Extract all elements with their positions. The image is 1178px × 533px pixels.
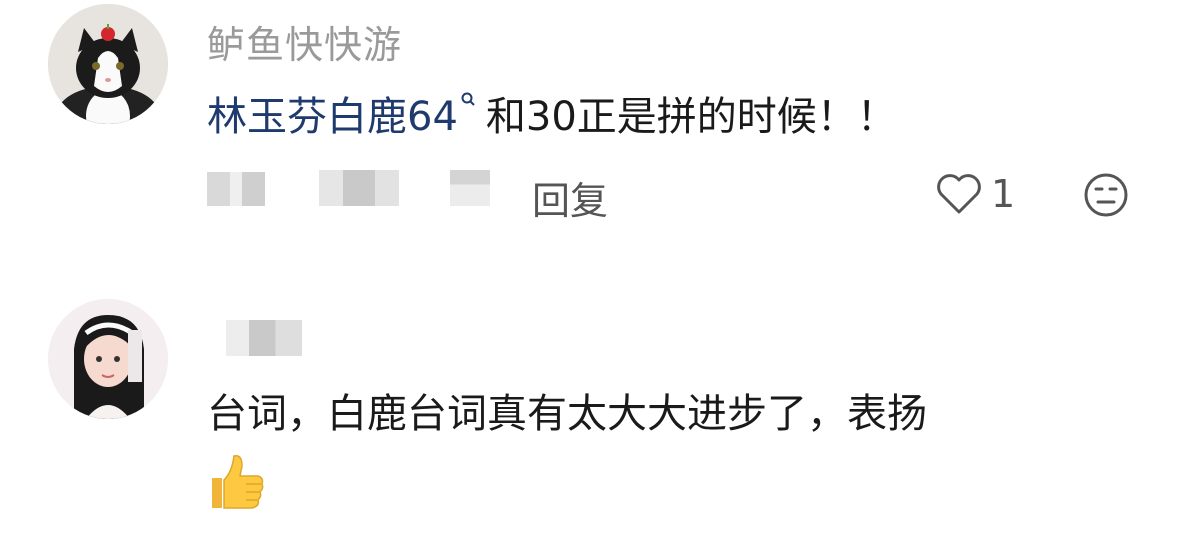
like-count: 1	[991, 172, 1016, 216]
avatar[interactable]	[48, 4, 168, 124]
blurred-location	[319, 170, 399, 206]
username[interactable]: 鲈鱼快快游	[207, 14, 402, 69]
blurred-info	[450, 170, 490, 206]
search-icon[interactable]	[460, 92, 476, 117]
blurred-timestamp	[207, 172, 265, 206]
like-button[interactable]: 1	[935, 172, 1015, 216]
comment-item: 台词，白鹿台词真有太大大进步了，表扬	[0, 290, 1178, 533]
dislike-icon[interactable]	[1083, 172, 1129, 222]
blurred-avatar-edge	[128, 330, 142, 382]
comment-text: 林玉芬白鹿64 和30正是拼的时候！！	[207, 92, 897, 141]
comment-text: 台词，白鹿台词真有太大大进步了，表扬	[207, 391, 927, 437]
comment-item: 鲈鱼快快游 林玉芬白鹿64 和30正是拼的时候！！ 回复 1	[0, 0, 1178, 260]
blurred-username	[226, 320, 302, 356]
reply-button[interactable]: 回复	[532, 170, 608, 225]
thumbs-up-icon	[206, 450, 268, 512]
comment-meta: 回复 1	[207, 166, 1157, 223]
comment-body: 和30正是拼的时候！！	[485, 94, 897, 140]
mention-link[interactable]: 林玉芬白鹿64	[207, 94, 458, 140]
avatar[interactable]	[48, 299, 168, 419]
heart-icon	[937, 174, 981, 214]
